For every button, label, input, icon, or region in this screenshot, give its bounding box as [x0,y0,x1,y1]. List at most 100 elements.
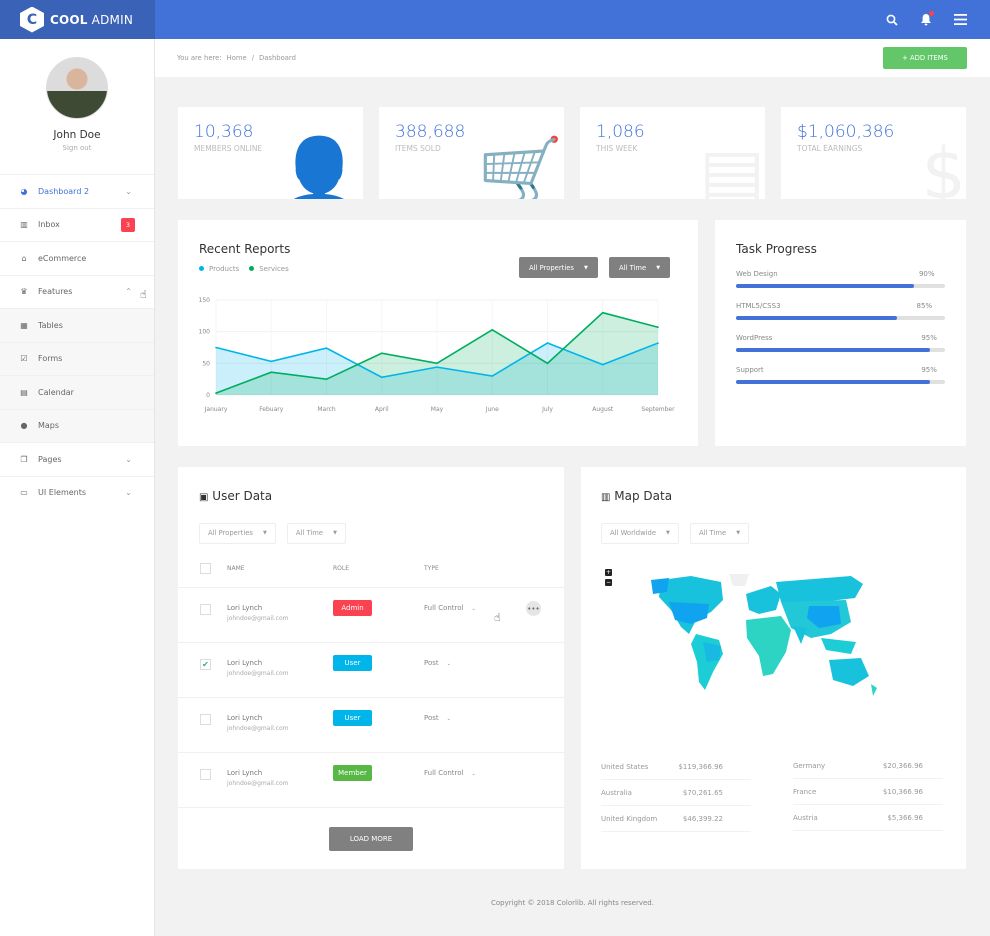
point-services [436,362,438,365]
dashboard-icon: ◕ [20,186,28,196]
world-map[interactable] [641,572,881,707]
menu-icon[interactable] [952,12,968,28]
map-time-filter[interactable]: All Time ▼ [689,522,750,544]
type-select[interactable]: Full Control ⌄ [424,769,476,777]
time-dropdown[interactable]: All Time ▼ [609,257,671,278]
map-table-row: United States $119,366.96 [601,754,751,780]
select-all-checkbox[interactable] [200,563,211,574]
row-checkbox[interactable]: ✔ [200,659,211,670]
sidebar-item-label: Forms [38,354,63,364]
table-row: Lori Lynch johndoe@gmail.com User Post ⌄ [178,698,564,753]
stat-card-members-online: 10,368 MEMBERS ONLINE 👤 [178,107,363,199]
chevron-down-icon[interactable]: ⌄ [125,488,132,497]
point-services [380,352,383,354]
cart-icon: 🛒 [476,133,564,199]
type-select[interactable]: Post ⌄ [424,659,451,667]
properties-dropdown[interactable]: All Properties ▼ [519,257,598,278]
map-australia [829,658,869,686]
task-progress-item: WordPress 95% [736,334,945,352]
chevron-down-icon[interactable]: ⌄ [125,455,132,464]
user-time-filter[interactable]: All Time ▼ [286,522,346,544]
map-alaska [651,578,669,594]
row-checkbox[interactable] [200,714,211,725]
profile-name: John Doe [53,129,101,141]
copy-icon: ❐ [20,454,28,464]
row-checkbox[interactable] [200,769,211,780]
breadcrumb: You are here: Home / Dashboard + ADD ITE… [155,39,990,77]
inbox-count-badge: 3 [120,217,135,232]
recent-reports-card: Recent Reports Products Services All Pro… [178,220,698,446]
logo-icon: C [20,6,44,33]
sidebar-item-maps[interactable]: ● Maps [0,408,154,442]
task-progress-item: Web Design 90% [736,270,945,288]
sidebar-item-label: Inbox [38,220,60,230]
search-icon[interactable] [884,12,900,28]
progress-fill [736,316,897,320]
logo[interactable]: C COOL ADMIN [0,0,155,39]
sign-out-link[interactable]: Sign out [0,144,154,152]
dollar-icon: $ [921,133,966,199]
sidebar-item-label: Features [38,287,73,297]
region-filter[interactable]: All Worldwide ▼ [601,522,679,544]
desktop-icon: ▭ [20,488,28,498]
sidebar-item-ecommerce[interactable]: ⌂ eCommerce [0,241,154,275]
point-products [491,375,494,377]
caret-down-icon: ⌄ [446,716,451,722]
map-new-zealand [871,684,877,696]
task-progress-title: Task Progress [736,242,817,256]
sidebar-item-forms[interactable]: ☑ Forms [0,341,154,375]
x-tick-label: September [641,406,675,413]
bell-icon[interactable] [918,10,934,28]
load-more-button[interactable]: LOAD MORE [329,827,413,851]
task-label: HTML5/CSS3 [736,302,781,310]
legend-products[interactable]: Products [199,265,239,273]
avatar[interactable] [46,57,108,119]
more-options-button[interactable]: ••• [526,601,541,616]
chart-legend: Products Services [199,265,677,273]
map-table-right: Germany $20,366.96 France $10,366.96 Austria… [793,753,943,831]
map-zoom-out-button[interactable]: − [605,579,612,586]
chevron-up-icon[interactable]: ⌃ [125,287,132,296]
point-products [270,360,273,363]
table-header: NAME ROLE TYPE [178,550,564,588]
bar-chart-icon: ▥ [20,220,28,230]
caret-down-icon: ⌄ [446,661,451,667]
sidebar-item-pages[interactable]: ❐ Pages ⌄ [0,442,154,476]
pointer-cursor-icon: ☝ [140,288,147,301]
sidebar-item-features[interactable]: ♛ Features ⌃ [0,274,154,309]
reports-chart: 0 50 100 150 January Febuary March April May June… [199,297,676,413]
map-zoom-in-button[interactable]: + [605,569,612,576]
user-table: NAME ROLE TYPE Lori Lynch johndoe@gmail.… [178,550,564,808]
x-tick-label: Febuary [259,406,284,413]
progress-fill [736,284,914,288]
table-row: ✔ Lori Lynch johndoe@gmail.com User Post… [178,643,564,698]
sidebar-item-tables[interactable]: ▦ Tables [0,308,154,342]
sidebar-item-inbox[interactable]: ▥ Inbox 3 [0,207,154,242]
sidebar-item-ui-elements[interactable]: ▭ UI Elements ⌄ [0,475,154,510]
top-bar: C COOL ADMIN [0,0,990,39]
y-tick-label: 150 [199,297,211,304]
row-checkbox[interactable] [200,604,211,615]
stat-card-total-earnings: $1,060,386 TOTAL EARNINGS $ [781,107,966,199]
y-tick-label: 0 [206,392,210,399]
add-items-button[interactable]: + ADD ITEMS [883,47,967,69]
calendar-icon: ▤ [20,387,28,397]
sidebar-item-dashboard-2[interactable]: ◕ Dashboard 2 ⌄ [0,174,154,208]
chevron-down-icon[interactable]: ⌄ [125,187,132,196]
type-select[interactable]: Full Control ⌄ [424,604,476,612]
table-icon: ▦ [20,320,28,330]
point-products [215,346,217,349]
breadcrumb-home[interactable]: Home [227,54,247,62]
type-select[interactable]: Post ⌄ [424,714,451,722]
user-properties-filter[interactable]: All Properties ▼ [199,522,276,544]
map-se-asia [821,638,856,654]
caret-down-icon: ⌄ [471,606,476,612]
x-tick-label: August [592,406,614,413]
legend-dot-services [249,266,255,271]
legend-services[interactable]: Services [249,265,289,273]
country-name: United States [601,762,649,771]
map-africa [746,616,791,676]
sidebar-item-calendar[interactable]: ▤ Calendar [0,375,154,409]
map-table-row: United Kingdom $46,399.22 [601,806,751,832]
x-tick-label: May [431,406,444,413]
